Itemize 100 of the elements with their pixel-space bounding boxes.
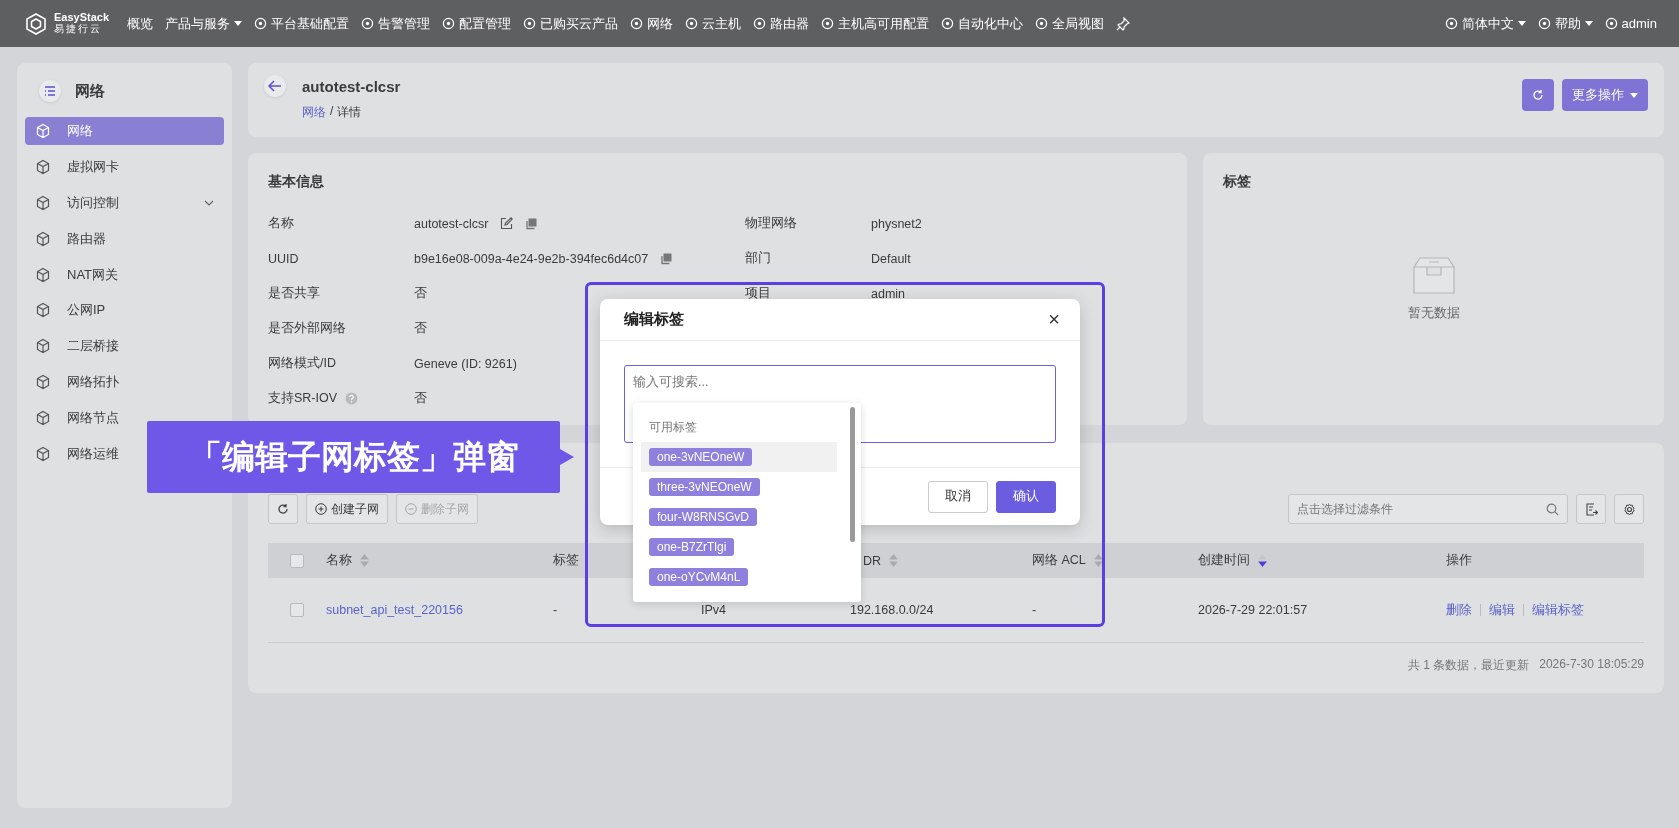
row-action-link[interactable]: 编辑	[1489, 601, 1515, 619]
tag-pill: one-oYCvM4nL	[649, 568, 749, 586]
cube-icon	[35, 266, 51, 283]
nav-menu-item[interactable]: 路由器	[747, 14, 816, 33]
nav-menu-item[interactable]: 云主机	[679, 14, 748, 33]
sort-icon[interactable]	[1093, 554, 1103, 567]
sort-icon[interactable]	[1258, 554, 1267, 567]
settings-button[interactable]	[1614, 494, 1644, 524]
column-header[interactable]: 创建时间	[1198, 552, 1250, 569]
row-action-link[interactable]: 编辑标签	[1532, 601, 1584, 619]
tag-pill: one-3vNEOneW	[649, 448, 753, 466]
create-subnet-button[interactable]: 创建子网	[306, 494, 388, 524]
confirm-button[interactable]: 确认	[996, 480, 1056, 513]
more-actions-button[interactable]: 更多操作	[1562, 79, 1648, 111]
sidebar-item[interactable]: 虚拟网卡	[25, 152, 224, 181]
table-cell: IPv4	[701, 603, 726, 617]
subnet-name-link[interactable]: subnet_api_test_220156	[326, 603, 463, 617]
cancel-button[interactable]: 取消	[928, 480, 988, 513]
nav-menu-item[interactable]: 全局视图	[1029, 14, 1111, 33]
sidebar-item[interactable]: 网络	[25, 117, 224, 145]
callout-tooltip: 「编辑子网标签」弹窗	[147, 421, 560, 493]
table-cell: 2026-7-29 22:01:57	[1198, 603, 1308, 617]
callout-pointer	[560, 449, 574, 465]
row-action-link[interactable]: 删除	[1446, 601, 1472, 619]
pin-icon[interactable]	[1116, 16, 1131, 31]
dropdown-option[interactable]: four-W8RNSGvD	[641, 502, 837, 532]
nav-menu-item[interactable]: admin	[1598, 16, 1663, 31]
breadcrumb-link[interactable]: 网络	[302, 104, 326, 121]
column-header[interactable]: 网络 ACL	[1032, 552, 1086, 569]
menu-button[interactable]	[39, 80, 61, 102]
dropdown-option[interactable]: one-B7ZrTlgi	[641, 532, 837, 562]
nav-menu-item[interactable]: 已购买云产品	[517, 14, 625, 33]
refresh-icon	[1532, 89, 1544, 101]
nav-menu-item[interactable]: 平台基础配置	[248, 14, 356, 33]
dropdown-option[interactable]: one-oYCvM4nL	[641, 562, 837, 592]
sidebar-item[interactable]: 访问控制	[25, 188, 224, 217]
cube-icon	[35, 410, 51, 427]
caret-icon	[234, 21, 243, 26]
nav-menu-item[interactable]: 简体中文	[1438, 14, 1532, 33]
circle-icon	[630, 17, 644, 30]
empty-state-text: 暂无数据	[1407, 305, 1460, 322]
plus-circle-icon	[315, 503, 327, 515]
nav-menu-item[interactable]: 产品与服务	[159, 14, 249, 33]
filter-field[interactable]: 点击选择过滤条件	[1288, 494, 1568, 524]
circle-icon	[442, 17, 456, 30]
caret-icon	[1517, 21, 1526, 26]
sidebar-item[interactable]: 二层桥接	[25, 332, 224, 361]
tag-pill: four-W8RNSGvD	[649, 508, 757, 526]
circle-icon	[1444, 17, 1458, 30]
export-button[interactable]	[1576, 494, 1606, 524]
nav-menu-item[interactable]: 概览	[121, 14, 160, 33]
sidebar-item[interactable]: NAT网关	[25, 260, 224, 289]
field-label: 物理网络	[745, 216, 797, 230]
minus-circle-icon	[405, 503, 417, 515]
column-header: 操作	[1446, 552, 1472, 569]
nav-menu-item[interactable]: 网络	[624, 14, 680, 33]
cube-icon	[35, 446, 51, 462]
nav-menu-item[interactable]: 主机高可用配置	[815, 14, 936, 33]
sidebar-item[interactable]: 网络拓扑	[25, 368, 224, 397]
field-value: 否	[414, 285, 427, 302]
field-label: UUID	[268, 251, 299, 266]
copy-icon[interactable]	[660, 252, 673, 265]
sidebar-item[interactable]: 公网IP	[25, 296, 224, 325]
checkbox[interactable]	[290, 603, 304, 617]
dropdown-option[interactable]: one-3vNEOneW	[641, 442, 837, 472]
field-value: autotest-clcsr	[414, 216, 489, 231]
nav-menu-item[interactable]: 配置管理	[436, 14, 518, 33]
tag-pill: three-3vNEOneW	[649, 478, 760, 496]
column-header[interactable]: DR	[863, 553, 882, 568]
close-button[interactable]: ×	[1044, 308, 1064, 331]
record-count-text: 共 1 条数据，最近更新	[1407, 657, 1530, 674]
refresh-button[interactable]	[268, 494, 298, 524]
updated-time-text: 2026-7-30 18:05:29	[1539, 657, 1644, 673]
empty-box-icon	[1411, 257, 1456, 295]
refresh-button[interactable]	[1522, 79, 1554, 111]
column-header[interactable]: 名称	[326, 552, 352, 569]
dropdown-option[interactable]: three-3vNEOneW	[641, 472, 837, 502]
cube-icon	[35, 123, 51, 139]
refresh-icon	[277, 503, 289, 515]
nav-menu-item[interactable]: 自动化中心	[935, 14, 1030, 33]
checkbox[interactable]	[290, 553, 304, 568]
circle-icon	[1604, 17, 1618, 30]
field-label: 项目	[745, 286, 771, 300]
hexagon-logo-icon	[24, 11, 48, 36]
field-label: 支持SR-IOV	[268, 390, 338, 407]
edit-icon[interactable]	[500, 217, 514, 230]
card-title: 基本信息	[268, 173, 325, 191]
field-label: 名称	[268, 215, 294, 232]
search-icon	[1546, 503, 1559, 516]
caret-icon	[1630, 92, 1638, 98]
gear-icon	[1622, 502, 1636, 516]
back-button[interactable]	[264, 75, 286, 97]
export-icon	[1584, 502, 1598, 516]
sidebar-item[interactable]: 路由器	[25, 224, 224, 253]
copy-icon[interactable]	[525, 217, 538, 230]
nav-menu-item[interactable]: 帮助	[1531, 14, 1599, 33]
caret-icon	[1584, 21, 1593, 26]
menu-icon	[44, 86, 56, 96]
tag-pill: one-B7ZrTlgi	[649, 538, 735, 556]
nav-menu-item[interactable]: 告警管理	[355, 14, 437, 33]
